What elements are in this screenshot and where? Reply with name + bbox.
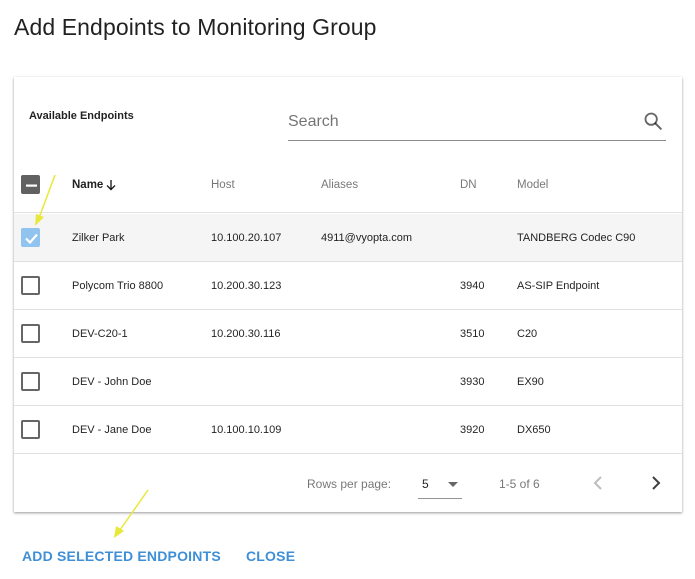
select-all-checkbox[interactable] bbox=[21, 175, 40, 194]
caret-down-icon bbox=[448, 482, 458, 487]
cell-dn: 3920 bbox=[460, 424, 485, 436]
search-input[interactable] bbox=[288, 109, 628, 135]
add-selected-endpoints-button[interactable]: ADD SELECTED ENDPOINTS bbox=[22, 548, 221, 564]
row-checkbox[interactable] bbox=[21, 276, 40, 295]
column-header-name-label: Name bbox=[72, 179, 104, 191]
rows-per-page-select[interactable]: 5 bbox=[418, 469, 462, 499]
cell-name: DEV-C20-1 bbox=[72, 328, 128, 340]
search-field[interactable] bbox=[288, 107, 666, 141]
rows-per-page-value: 5 bbox=[422, 477, 429, 491]
cell-aliases: 4911@vyopta.com bbox=[321, 232, 413, 244]
table-pagination: Rows per page: 5 1-5 of 6 bbox=[14, 455, 682, 511]
cell-host: 10.200.30.116 bbox=[211, 328, 281, 340]
dialog-title: Add Endpoints to Monitoring Group bbox=[14, 14, 377, 40]
endpoints-table-card: Available Endpoints Name Host Aliases DN… bbox=[14, 77, 682, 512]
cell-name: Zilker Park bbox=[72, 232, 125, 244]
column-header-host[interactable]: Host bbox=[211, 179, 235, 191]
table-row[interactable]: DEV - John Doe 3930 EX90 bbox=[14, 358, 682, 406]
cell-model: EX90 bbox=[517, 376, 544, 388]
column-header-name[interactable]: Name bbox=[72, 179, 117, 191]
cell-dn: 3510 bbox=[460, 328, 485, 340]
checkmark-icon bbox=[25, 233, 38, 245]
row-checkbox[interactable] bbox=[21, 420, 40, 439]
cell-host: 10.100.10.109 bbox=[211, 424, 282, 436]
cell-name: Polycom Trio 8800 bbox=[72, 280, 164, 292]
cell-dn: 3930 bbox=[460, 376, 485, 388]
cell-model: TANDBERG Codec C90 bbox=[517, 232, 636, 244]
row-checkbox[interactable] bbox=[21, 228, 40, 247]
row-checkbox[interactable] bbox=[21, 324, 40, 343]
search-icon[interactable] bbox=[642, 110, 664, 132]
cell-model: AS-SIP Endpoint bbox=[517, 280, 600, 292]
table-row[interactable]: DEV-C20-1 10.200.30.116 3510 C20 bbox=[14, 310, 682, 358]
column-header-model[interactable]: Model bbox=[517, 179, 548, 191]
table-row[interactable]: DEV - Jane Doe 10.100.10.109 3920 DX650 bbox=[14, 406, 682, 454]
table-row[interactable]: Polycom Trio 8800 10.200.30.123 3940 AS-… bbox=[14, 262, 682, 310]
column-header-aliases[interactable]: Aliases bbox=[321, 179, 358, 191]
table-row[interactable]: Zilker Park 10.100.20.107 4911@vyopta.co… bbox=[14, 214, 682, 262]
cell-model: DX650 bbox=[517, 424, 551, 436]
arrow-down-icon bbox=[106, 180, 116, 191]
column-header-dn[interactable]: DN bbox=[460, 179, 477, 191]
cell-host: 10.100.20.107 bbox=[211, 232, 282, 244]
close-button[interactable]: CLOSE bbox=[246, 548, 295, 564]
cell-name: DEV - Jane Doe bbox=[72, 424, 152, 436]
chevron-right-icon[interactable] bbox=[644, 471, 668, 495]
cell-model: C20 bbox=[517, 328, 538, 340]
cell-dn: 3940 bbox=[460, 280, 485, 292]
table-header-row: Name Host Aliases DN Model bbox=[14, 157, 682, 213]
indeterminate-icon bbox=[26, 184, 37, 187]
cell-host: 10.200.30.123 bbox=[211, 280, 282, 292]
page-range-text: 1-5 of 6 bbox=[499, 477, 540, 491]
rows-per-page-label: Rows per page: bbox=[307, 477, 392, 491]
row-checkbox[interactable] bbox=[21, 372, 40, 391]
card-title: Available Endpoints bbox=[29, 110, 134, 122]
chevron-left-icon[interactable] bbox=[586, 471, 610, 495]
cell-name: DEV - John Doe bbox=[72, 376, 152, 388]
